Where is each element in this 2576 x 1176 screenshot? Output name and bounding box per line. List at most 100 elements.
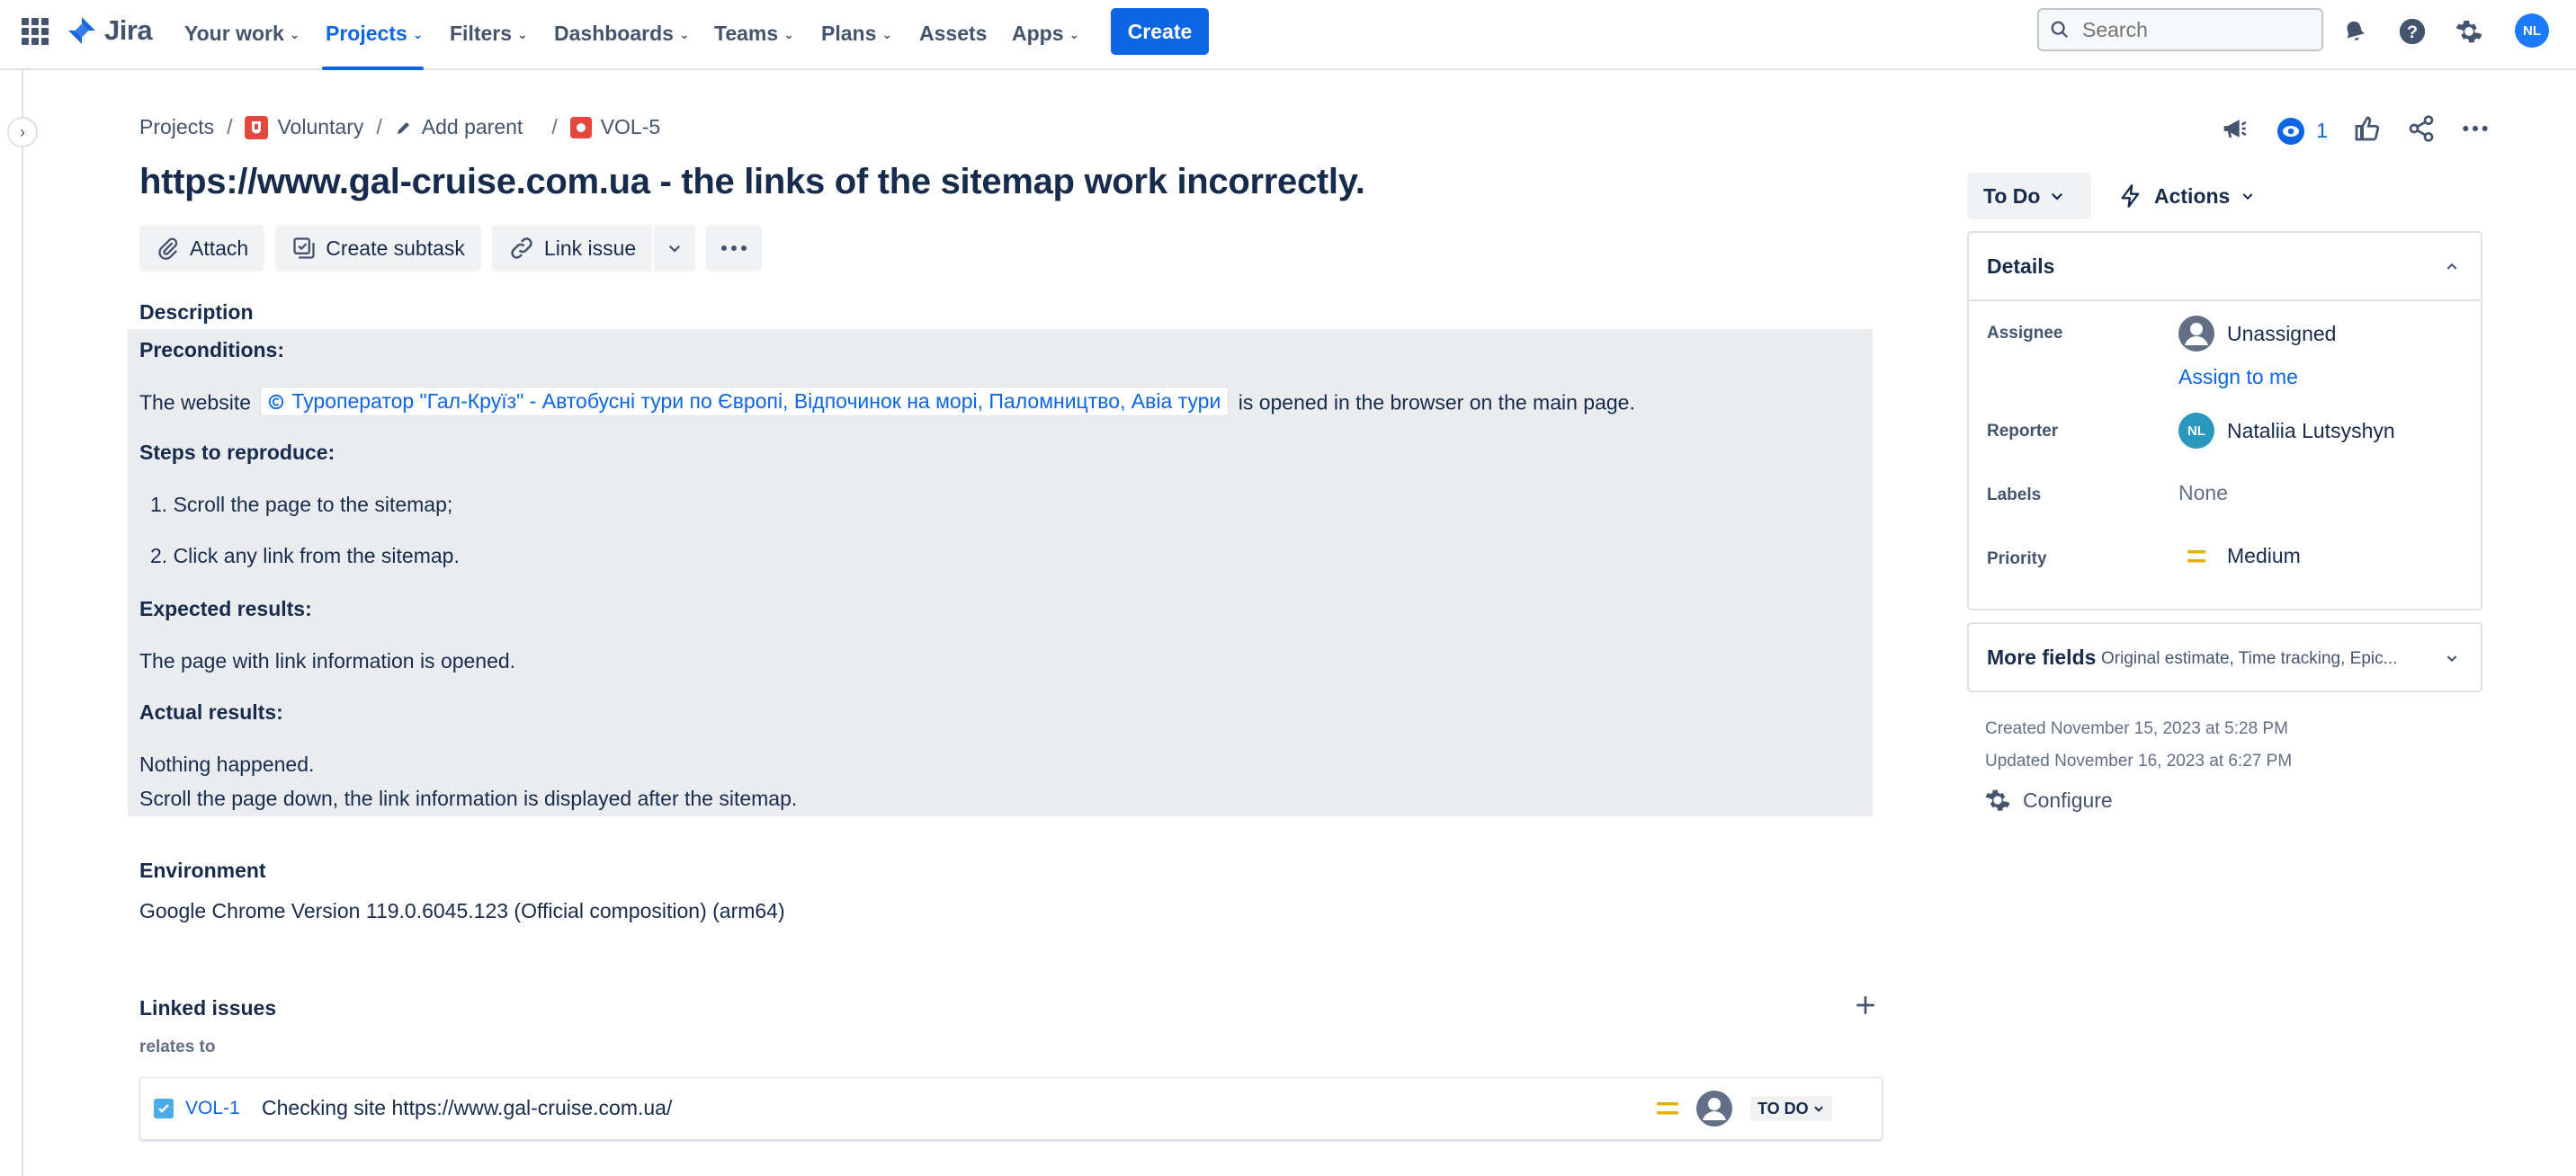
- nav-filters-label: Filters: [450, 21, 513, 45]
- pencil-icon: [397, 121, 409, 134]
- precondition-suffix: is opened in the browser on the main pag…: [1238, 390, 1635, 414]
- assignee-value: Unassigned: [2227, 321, 2337, 345]
- nav-teams-label: Teams: [714, 21, 779, 45]
- nav-dashboards[interactable]: Dashboards ⌄: [554, 18, 690, 49]
- issue-action-buttons: Attach Create subtask Link issue: [139, 225, 763, 272]
- status-dropdown[interactable]: To Do: [1967, 173, 2091, 219]
- linked-issue-status[interactable]: TO DO: [1750, 1096, 1832, 1121]
- nav-plans[interactable]: Plans ⌄: [821, 18, 892, 49]
- bug-icon: [569, 116, 592, 138]
- thumbs-up-icon[interactable]: [2353, 114, 2382, 147]
- user-avatar[interactable]: NL: [2515, 13, 2549, 48]
- more-fields-hint: Original estimate, Time tracking, Epic..…: [2101, 649, 2398, 668]
- chevron-down-icon: ⌄: [517, 26, 528, 41]
- details-panel: Details Assignee Unassigned Assign to me…: [1967, 231, 2482, 610]
- linked-issue-row[interactable]: VOL-1 Checking site https://www.gal-crui…: [139, 1077, 1883, 1140]
- nav-assets[interactable]: Assets: [919, 18, 987, 49]
- attach-button[interactable]: Attach: [139, 225, 265, 272]
- link-issue-label: Link issue: [543, 236, 637, 260]
- environment-heading: Environment: [139, 859, 266, 882]
- svg-text:?: ?: [2407, 22, 2418, 42]
- assign-to-me-link[interactable]: Assign to me: [2178, 365, 2298, 389]
- nav-assets-label: Assets: [919, 21, 988, 45]
- chevron-down-icon: ⌄: [289, 26, 300, 41]
- actual-results-line: Nothing happened.: [139, 753, 315, 776]
- link-issue-split-button: Link issue: [491, 225, 696, 272]
- environment-text[interactable]: Google Chrome Version 119.0.6045.123 (Of…: [139, 899, 785, 923]
- task-checkbox-icon: [154, 1099, 174, 1118]
- nav-teams[interactable]: Teams ⌄: [714, 18, 794, 49]
- search-box[interactable]: [2037, 8, 2323, 51]
- assignee-field[interactable]: Unassigned: [2178, 316, 2336, 352]
- add-parent-button[interactable]: Add parent: [395, 115, 523, 139]
- priority-value: Medium: [2227, 544, 2301, 567]
- watch-button[interactable]: 1: [2275, 115, 2328, 147]
- expand-sidebar-button[interactable]: ›: [7, 117, 38, 147]
- actions-dropdown[interactable]: Actions: [2118, 173, 2255, 219]
- chevron-down-icon: [1813, 1106, 1823, 1112]
- settings-gear-icon: [1985, 789, 2010, 811]
- search-icon: [2051, 21, 2069, 39]
- labels-label: Labels: [1987, 486, 2042, 504]
- more-options-icon: [721, 245, 747, 251]
- chevron-up-icon: [2446, 263, 2457, 270]
- more-fields-panel[interactable]: More fields Original estimate, Time trac…: [1967, 622, 2482, 692]
- link-issue-button[interactable]: Link issue: [491, 225, 653, 272]
- paperclip-icon: [158, 237, 178, 260]
- link-issue-dropdown[interactable]: [654, 225, 696, 272]
- notifications-icon[interactable]: [2339, 15, 2371, 48]
- expected-results-text: The page with link information is opened…: [139, 649, 516, 673]
- breadcrumb-projects[interactable]: Projects: [139, 115, 214, 139]
- nav-apps[interactable]: Apps ⌄: [1012, 18, 1079, 49]
- top-navigation: Jira Your work ⌄ Projects ⌄ Filters ⌄ Dashb…: [0, 0, 2576, 70]
- reporter-field[interactable]: NL Nataliia Lutsyshyn: [2178, 413, 2395, 449]
- nav-projects[interactable]: Projects ⌄: [326, 18, 424, 49]
- chevron-down-icon: ⌄: [678, 26, 690, 41]
- search-input[interactable]: [2080, 16, 2309, 43]
- website-smart-link[interactable]: Туроператор "Гал-Круїз" - Автобусні тури…: [260, 387, 1230, 416]
- linked-issue-summary[interactable]: Checking site https://www.gal-cruise.com…: [262, 1096, 672, 1120]
- labels-value[interactable]: None: [2178, 481, 2228, 505]
- step-item: 1. Scroll the page to the sitemap;: [150, 493, 453, 516]
- chevron-down-icon: [669, 245, 681, 253]
- breadcrumb-issue[interactable]: VOL-5: [569, 115, 661, 139]
- actual-results-line: Scroll the page down, the link informati…: [139, 787, 798, 810]
- priority-field[interactable]: Medium: [2178, 544, 2301, 568]
- status-label: To Do: [1983, 183, 2041, 208]
- issue-title[interactable]: https://www.gal-cruise.com.ua - the link…: [139, 162, 1365, 202]
- megaphone-icon[interactable]: [2219, 113, 2250, 148]
- linked-issue-key[interactable]: VOL-1: [185, 1098, 240, 1119]
- subtask-icon: [293, 237, 315, 259]
- updated-timestamp: Updated November 16, 2023 at 6:27 PM: [1985, 752, 2293, 771]
- breadcrumb-project[interactable]: Voluntary: [245, 115, 363, 139]
- nav-apps-label: Apps: [1012, 21, 1064, 45]
- reporter-value: Nataliia Lutsyshyn: [2227, 418, 2395, 442]
- more-options-icon[interactable]: [2461, 114, 2490, 147]
- actual-results-label: Actual results:: [139, 700, 283, 724]
- create-subtask-button[interactable]: Create subtask: [275, 225, 481, 272]
- add-parent-label: Add parent: [421, 115, 523, 138]
- linked-issues-heading: Linked issues: [139, 996, 277, 1020]
- nav-plans-label: Plans: [821, 21, 877, 45]
- nav-dashboards-label: Dashboards: [554, 21, 674, 45]
- chevron-down-icon: ⌄: [412, 26, 424, 41]
- nav-your-work[interactable]: Your work ⌄: [184, 18, 300, 49]
- app-switcher-icon[interactable]: [22, 18, 49, 45]
- jira-logo[interactable]: Jira: [67, 14, 153, 47]
- more-actions-button[interactable]: [706, 225, 763, 272]
- chevron-down-icon: ⌄: [1069, 26, 1080, 41]
- unassigned-avatar-icon[interactable]: [1696, 1091, 1732, 1127]
- breadcrumb-issue-key: VOL-5: [600, 115, 661, 138]
- eye-icon: [2277, 117, 2305, 145]
- configure-button[interactable]: Configure: [1983, 786, 2113, 815]
- settings-gear-icon[interactable]: [2453, 15, 2485, 48]
- details-header[interactable]: Details: [1969, 233, 2481, 301]
- share-icon[interactable]: [2407, 114, 2436, 147]
- precondition-line: The website Туроператор "Гал-Круїз" - Ав…: [139, 387, 1635, 416]
- create-button[interactable]: Create: [1111, 8, 1209, 55]
- nav-filters[interactable]: Filters ⌄: [450, 18, 528, 49]
- nav-your-work-label: Your work: [184, 21, 284, 45]
- help-icon[interactable]: ?: [2396, 15, 2428, 48]
- breadcrumb: Projects / Voluntary / Add parent / VOL-…: [139, 115, 660, 139]
- add-linked-issue-button[interactable]: [1851, 991, 1880, 1020]
